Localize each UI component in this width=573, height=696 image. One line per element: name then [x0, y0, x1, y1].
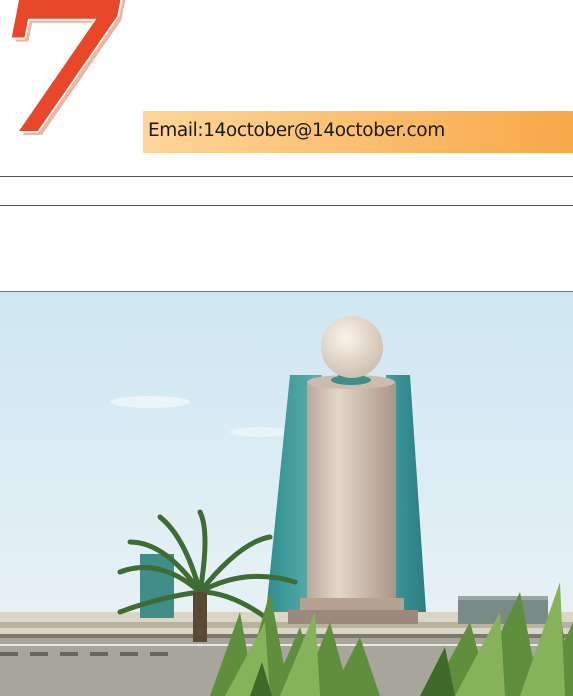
divider-bottom	[0, 205, 573, 206]
email-address[interactable]: Email:14october@14october.com	[148, 120, 445, 141]
tower-with-sphere-icon	[0, 292, 573, 696]
divider-top	[0, 176, 573, 177]
page-number: 7	[0, 0, 125, 176]
news-photo	[0, 291, 573, 696]
email-banner: Email:14october@14october.com	[143, 111, 573, 153]
